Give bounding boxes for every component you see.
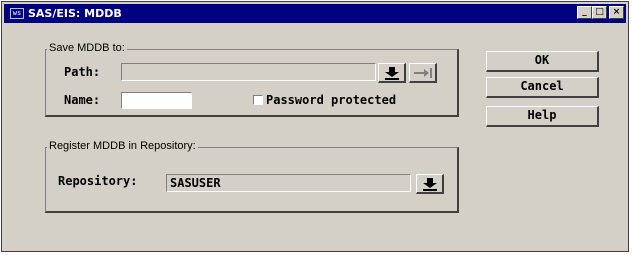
dialog-window: ws SAS/EIS: MDDB _ □ × Save MDDB to: Pat… [1, 1, 629, 252]
password-protected-checkbox[interactable] [253, 95, 263, 105]
ok-button[interactable]: OK [486, 51, 599, 72]
help-button[interactable]: Help [486, 106, 599, 127]
password-protected-label[interactable]: Password protected [266, 93, 396, 107]
title-bar[interactable]: ws SAS/EIS: MDDB _ □ × [4, 4, 626, 23]
path-input[interactable] [121, 63, 376, 81]
maximize-button[interactable]: □ [592, 6, 607, 19]
name-input[interactable] [121, 92, 192, 109]
system-menu-icon[interactable]: ws [10, 8, 24, 19]
path-arrow-button[interactable] [409, 63, 437, 83]
down-arrow-icon [385, 67, 399, 80]
save-mddb-legend: Save MDDB to: [47, 42, 127, 54]
right-arrow-icon [414, 68, 432, 78]
repository-input[interactable]: SASUSER [166, 174, 411, 192]
cancel-button[interactable]: Cancel [486, 77, 599, 98]
register-repository-legend: Register MDDB in Repository: [47, 140, 198, 152]
name-label: Name: [64, 93, 101, 107]
path-label: Path: [64, 65, 101, 79]
path-browse-button[interactable] [378, 63, 406, 83]
repository-browse-button[interactable] [416, 174, 444, 194]
minimize-button[interactable]: _ [577, 6, 592, 19]
save-mddb-group [45, 49, 459, 117]
repository-label: Repository: [58, 174, 138, 188]
down-arrow-icon [423, 178, 437, 191]
window-title: SAS/EIS: MDDB [28, 7, 122, 20]
close-button[interactable]: × [609, 6, 624, 19]
window-controls: _ □ × [577, 6, 624, 19]
